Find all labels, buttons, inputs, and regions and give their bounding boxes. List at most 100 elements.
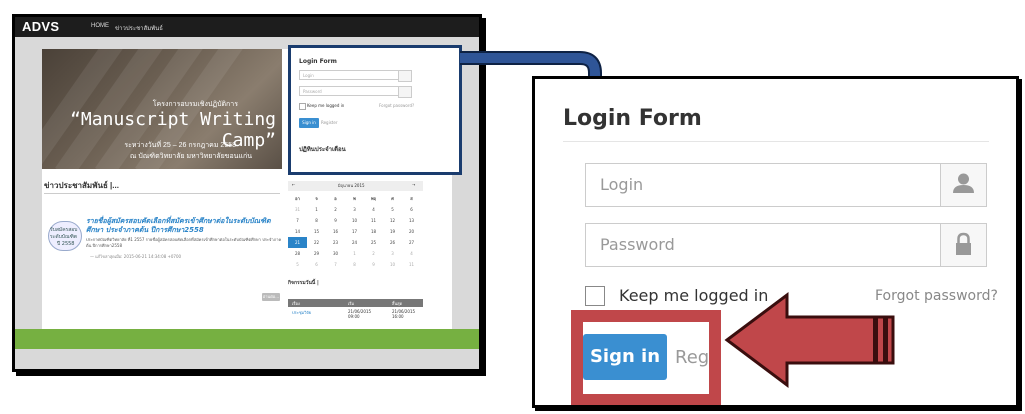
calendar-prev-icon[interactable]: ← [292,182,295,187]
calendar-day[interactable]: 5 [288,259,307,270]
activity-end: 21/06/2015 16:00 [392,309,416,319]
calendar-day[interactable]: 3 [345,204,364,215]
news-meta: — แก้ไขล่าสุดเมื่อ: 2015-06-21 14:34:08 … [90,254,182,259]
calendar-day[interactable]: 31 [288,204,307,215]
calendar-day[interactable]: 14 [288,226,307,237]
calendar-weekday: พ [353,196,356,201]
activities-col-end: สิ้นสุด [392,301,403,306]
activities-col-start: เริ่ม [348,301,355,306]
calendar-day[interactable]: 6 [307,259,326,270]
news-thumbnail-image[interactable]: รับสมัครสอบ ระดับบัณฑิต ปี 2558 [48,221,82,251]
calendar-day[interactable]: 8 [345,259,364,270]
calendar-day[interactable]: 18 [364,226,383,237]
calendar-month: มิถุนายน 2015 [338,183,365,188]
password-input[interactable]: Password [585,223,941,267]
banner-line-3: ระหว่างวันที่ 25 – 26 กรกฎาคม 2558 [124,142,236,149]
calendar-day[interactable]: 16 [326,226,345,237]
footer-bar [15,329,479,349]
calendar-header: ← มิถุนายน 2015 → [288,181,423,191]
calendar-day[interactable]: 28 [288,248,307,259]
left-arrow-icon [724,292,895,388]
calendar-day[interactable]: 4 [364,204,383,215]
calendar-weekday: ส [410,196,413,201]
calendar-day[interactable]: 22 [307,237,326,248]
mini-register-link[interactable]: Register [321,120,337,125]
mini-signin-button[interactable]: Sign in [299,118,319,128]
calendar-day[interactable]: 23 [326,237,345,248]
calendar-day[interactable]: 4 [402,248,421,259]
calendar-weekday: พฤ [370,196,377,201]
activities-table-header: เรื่อง เริ่ม สิ้นสุด [288,299,423,307]
badge-line-3: ปี 2558 [57,241,75,247]
title-divider [563,141,989,142]
calendar-day[interactable]: 26 [383,237,402,248]
calendar-section-title: ปฏิทินประจำเดือน [299,146,346,153]
sign-in-button[interactable]: Sign in [583,334,667,380]
user-icon [398,70,412,82]
keep-logged-in-checkbox[interactable] [585,286,605,306]
calendar-day[interactable]: 17 [345,226,364,237]
calendar-day[interactable]: 2 [326,204,345,215]
news-headline[interactable]: รายชื่อผู้สมัครสอบคัดเลือกที่สมัครเข้าศึ… [86,217,282,235]
activities-title: กิจกรรมวันนี้ | [288,280,319,286]
calendar-weekday: จ [315,196,318,201]
read-more-button[interactable]: อ่านต่อ... [262,293,280,301]
calendar-day[interactable]: 19 [383,226,402,237]
user-icon [940,163,987,207]
login-input[interactable]: Login [585,163,941,207]
news-section-title: ข่าวประชาสัมพันธ์ |... [44,181,119,190]
calendar-weekday: อา [295,196,300,201]
activities-col-topic: เรื่อง [292,301,300,306]
calendar-day[interactable]: 1 [345,248,364,259]
lock-icon [940,223,987,267]
brand-logo[interactable]: ADVS [22,19,59,34]
calendar-day[interactable]: 11 [402,259,421,270]
activity-topic[interactable]: ประชุมวิจัย [292,309,311,316]
calendar-day[interactable]: 5 [383,204,402,215]
calendar-day[interactable]: 6 [402,204,421,215]
calendar-day[interactable]: 21 [288,237,307,248]
calendar-day[interactable]: 3 [383,248,402,259]
mini-login-input[interactable]: Login [299,70,399,80]
calendar-day[interactable]: 10 [383,259,402,270]
nav-news[interactable]: ข่าวประชาสัมพันธ์ [115,23,163,33]
news-divider [44,193,280,194]
calendar-day[interactable]: 29 [307,248,326,259]
mini-keep-checkbox[interactable] [299,103,306,110]
calendar-day[interactable]: 9 [364,259,383,270]
calendar-day[interactable]: 30 [326,248,345,259]
calendar-day[interactable]: 8 [307,215,326,226]
calendar-day[interactable]: 25 [364,237,383,248]
activity-start: 21/06/2015 09:00 [348,309,372,319]
calendar-day[interactable]: 11 [364,215,383,226]
calendar-day[interactable]: 2 [364,248,383,259]
login-form-thumbnail: Login Form Login Password Keep me logged… [288,45,462,175]
banner-image: โครงการอบรมเชิงปฏิบัติการ “Manuscript Wr… [42,49,282,169]
calendar-day[interactable]: 7 [288,215,307,226]
mini-forgot-link[interactable]: Forgot password? [379,103,414,108]
nav-home[interactable]: HOME [91,23,109,29]
calendar-day[interactable]: 13 [402,215,421,226]
lock-icon [398,86,412,98]
login-form-zoom: Login Form Login Password Keep me logged… [532,76,1019,408]
calendar-day[interactable]: 1 [307,204,326,215]
login-form-title: Login Form [563,106,702,131]
calendar-weekday: อ [334,196,337,201]
table-row[interactable]: ประชุมวิจัย 21/06/2015 09:00 21/06/2015 … [288,309,423,327]
mini-password-input[interactable]: Password [299,86,399,96]
calendar-day[interactable]: 9 [326,215,345,226]
page-thumbnail: ADVS HOME ข่าวประชาสัมพันธ์ โครงการอบรมเ… [12,14,482,372]
mini-keep-label: Keep me logged in [307,103,345,108]
calendar-day[interactable]: 20 [402,226,421,237]
calendar-day[interactable]: 27 [402,237,421,248]
top-navbar: ADVS HOME ข่าวประชาสัมพันธ์ [15,17,479,37]
calendar-day[interactable]: 12 [383,215,402,226]
calendar-day[interactable]: 10 [345,215,364,226]
calendar-next-icon[interactable]: → [412,182,415,187]
calendar-day[interactable]: 24 [345,237,364,248]
calendar-day[interactable]: 7 [326,259,345,270]
news-body: ประกาศบัณฑิตวิทยาลัย ที่1 2557 รายชื่อผู… [86,237,282,248]
mini-login-title: Login Form [299,58,337,65]
calendar-day[interactable]: 15 [307,226,326,237]
banner-line-4: ณ บัณฑิตวิทยาลัย มหาวิทยาลัยขอนแก่น [129,153,252,160]
